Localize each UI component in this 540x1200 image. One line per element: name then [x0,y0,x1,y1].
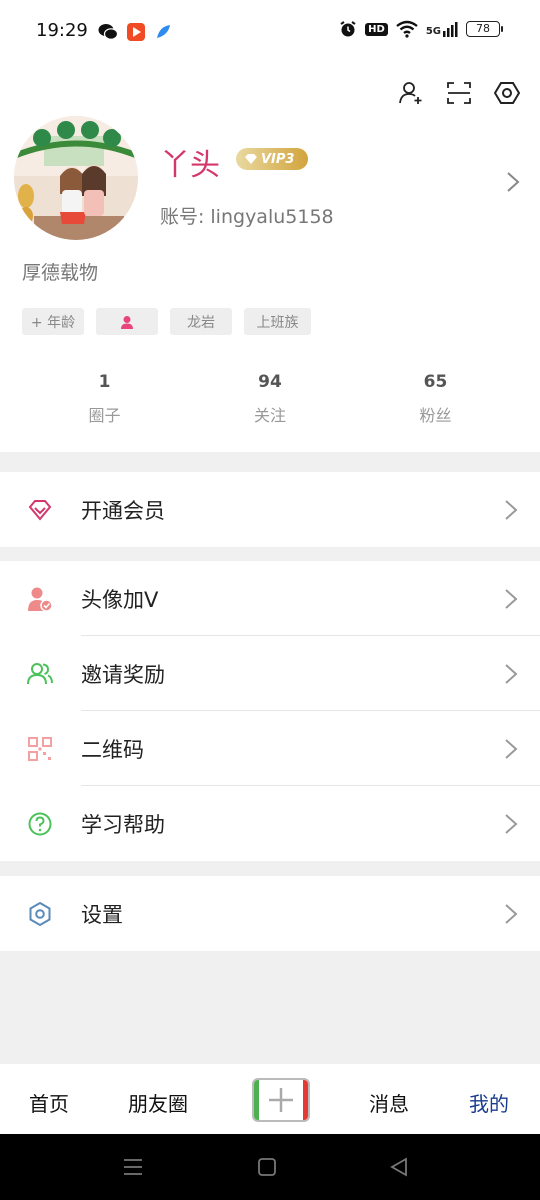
profile-card: 丫头 VIP3 账号: lingyalu5158 厚德载物 + 年龄 龙岩 上班族… [0,62,540,452]
status-time: 19:29 [36,20,88,41]
tag-gender[interactable] [96,308,158,335]
menu-item-help-label: 学习帮助 [81,812,165,837]
alarm-icon [340,21,356,37]
motto: 厚德载物 [22,262,99,284]
tag-occupation[interactable]: 上班族 [244,308,311,335]
menu-item-qrcode[interactable]: 二维码 [0,711,540,786]
menu-item-settings-label: 设置 [81,902,123,927]
avatar-image [14,116,138,240]
tag-location[interactable]: 龙岩 [170,308,232,335]
menu-item-help[interactable]: 学习帮助 [0,786,540,861]
menu-item-vip-label: 开通会员 [81,498,165,523]
menu-item-avatar-v[interactable]: 头像加V [0,561,540,636]
settings-section: 设置 [0,876,540,951]
top-actions [398,80,520,106]
account-value: lingyalu5158 [210,206,334,228]
signal-icon [443,22,458,37]
users-icon [27,662,53,684]
chevron-right-icon [505,499,518,520]
add-friend-icon[interactable] [398,80,424,106]
user-name: 丫头 [160,148,220,183]
network-label: 5G [426,21,458,37]
profile-stats: 1 圈子 94 关注 65 粉丝 [22,372,518,426]
account-info: 账号: lingyalu5158 [160,202,334,229]
diamond-outline-icon [28,499,52,521]
menu-item-invite[interactable]: 邀请奖励 [0,636,540,711]
recents-menu-icon[interactable] [122,1157,144,1177]
system-nav-bar [0,1134,540,1200]
stat-followers[interactable]: 65 粉丝 [353,372,518,426]
chevron-right-icon [505,813,518,834]
chevron-right-icon [505,903,518,924]
stat-circles-label: 圈子 [88,406,121,425]
menu-item-invite-label: 邀请奖励 [81,662,165,687]
back-triangle-icon[interactable] [389,1157,409,1177]
stat-following-value: 94 [258,372,282,392]
home-square-icon[interactable] [257,1157,277,1177]
settings-hex-icon[interactable] [494,80,520,106]
stat-following-label: 关注 [253,406,286,425]
stat-following[interactable]: 94 关注 [188,372,353,426]
profile-chevron-right-icon[interactable] [506,170,520,194]
menu-item-vip[interactable]: 开通会员 [0,472,540,547]
avatar[interactable] [14,116,138,240]
vip-section: 开通会员 [0,472,540,547]
nav-mine[interactable]: 我的 [469,1088,509,1117]
user-verified-icon [28,587,53,612]
stat-followers-value: 65 [423,372,448,392]
battery-indicator: 78 [466,21,503,37]
settings-icon [29,901,51,926]
plus-icon [269,1088,293,1112]
features-section: 头像加V 邀请奖励 二维码 学习帮助 [0,561,540,861]
status-bar: 19:29 HD 5G 78 [0,0,540,62]
feather-app-icon [157,25,170,38]
stat-circles[interactable]: 1 圈子 [22,372,187,426]
nav-messages[interactable]: 消息 [369,1088,409,1117]
help-circle-icon [28,812,52,835]
menu-item-qrcode-label: 二维码 [81,737,144,762]
video-app-icon [127,23,145,41]
vip-badge[interactable]: VIP3 [236,148,308,170]
bottom-nav: 首页 朋友圈 消息 我的 [0,1064,540,1134]
nav-home[interactable]: 首页 [29,1088,69,1117]
account-label: 账号: [160,206,205,228]
hd-badge: HD [365,22,388,36]
qrcode-icon [28,736,52,761]
menu-item-avatar-v-label: 头像加V [81,587,159,612]
status-right: HD 5G 78 [339,20,503,38]
nav-moments[interactable]: 朋友圈 [128,1088,188,1117]
chevron-right-icon [505,738,518,759]
scan-icon[interactable] [446,80,472,106]
stat-circles-value: 1 [98,372,111,392]
wechat-icon [98,24,118,40]
tag-age[interactable]: + 年龄 [22,308,84,335]
menu-item-settings[interactable]: 设置 [0,876,540,951]
female-user-icon [121,315,133,329]
diamond-icon [245,154,257,164]
wifi-icon [396,20,418,38]
stat-followers-label: 粉丝 [419,406,452,425]
chevron-right-icon [505,663,518,684]
profile-tags: + 年龄 龙岩 上班族 [22,308,311,335]
status-app-icons [98,22,172,42]
chevron-right-icon [505,588,518,609]
post-button[interactable] [252,1078,310,1122]
